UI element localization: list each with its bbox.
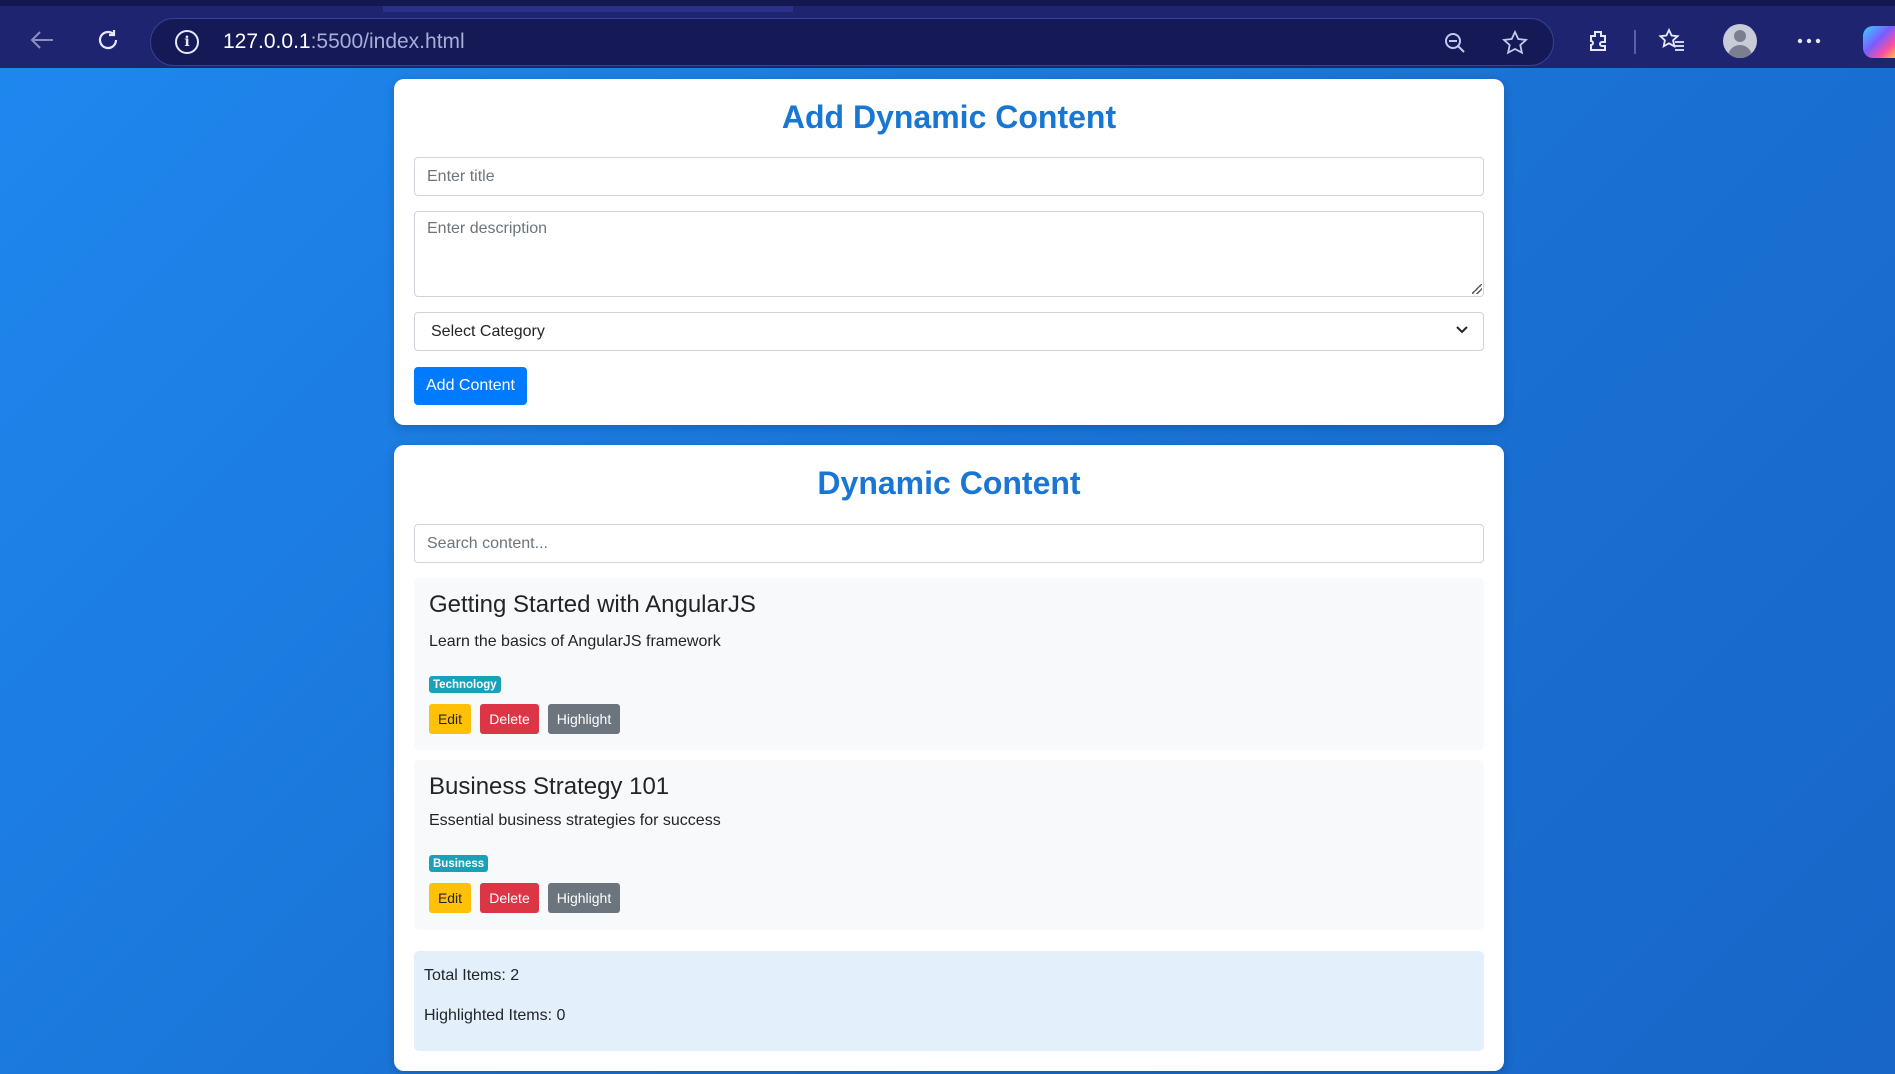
browser-toolbar: i 127.0.0.1:5500/index.html [0, 0, 1895, 68]
highlighted-items-count: Highlighted Items: 0 [424, 1007, 566, 1024]
copilot-icon[interactable] [1863, 26, 1895, 58]
category-badge: Technology [429, 676, 501, 693]
description-textarea[interactable] [414, 211, 1484, 297]
dynamic-content-heading: Dynamic Content [817, 465, 1081, 501]
add-content-button[interactable]: Add Content [414, 367, 527, 405]
edit-button[interactable]: Edit [429, 883, 471, 913]
content-item: Business Strategy 101 Essential business… [414, 760, 1484, 930]
refresh-icon[interactable] [92, 24, 124, 56]
more-menu-icon[interactable] [1792, 24, 1826, 58]
total-items-count: Total Items: 2 [424, 967, 520, 984]
highlight-button[interactable]: Highlight [548, 883, 620, 913]
add-content-heading: Add Dynamic Content [781, 99, 1117, 135]
url-text[interactable]: 127.0.0.1:5500/index.html [223, 30, 465, 54]
info-icon[interactable]: i [175, 30, 199, 54]
content-item: Getting Started with AngularJS Learn the… [414, 578, 1484, 750]
address-bar[interactable]: i 127.0.0.1:5500/index.html [150, 18, 1554, 66]
active-tab-indicator[interactable] [383, 6, 793, 12]
profile-avatar-icon[interactable] [1723, 24, 1757, 58]
item-description: Essential business strategies for succes… [429, 812, 721, 829]
item-description: Learn the basics of AngularJS framework [429, 633, 721, 650]
back-arrow-icon[interactable] [26, 24, 58, 56]
search-input[interactable] [414, 524, 1484, 563]
category-select[interactable]: Select Category [414, 312, 1484, 351]
textarea-resize-handle[interactable] [1472, 284, 1482, 294]
stats-panel: Total Items: 2 Highlighted Items: 0 [414, 951, 1484, 1051]
delete-button[interactable]: Delete [480, 883, 539, 913]
delete-button[interactable]: Delete [480, 704, 539, 734]
favorites-list-icon[interactable] [1655, 24, 1689, 58]
add-content-card: Add Dynamic Content Select Category Add … [394, 79, 1504, 425]
category-select-value: Select Category [431, 322, 545, 340]
chevron-down-icon [1455, 322, 1469, 341]
item-title: Business Strategy 101 [429, 773, 670, 800]
title-input[interactable] [414, 157, 1484, 196]
item-title: Getting Started with AngularJS [429, 591, 756, 618]
favorite-star-icon[interactable] [1501, 29, 1529, 57]
edit-button[interactable]: Edit [429, 704, 471, 734]
zoom-out-icon[interactable] [1441, 29, 1469, 57]
highlight-button[interactable]: Highlight [548, 704, 620, 734]
extensions-icon[interactable] [1581, 24, 1615, 58]
category-badge: Business [429, 855, 489, 872]
toolbar-separator [1634, 30, 1636, 54]
dynamic-content-card: Dynamic Content Getting Started with Ang… [394, 445, 1504, 1071]
